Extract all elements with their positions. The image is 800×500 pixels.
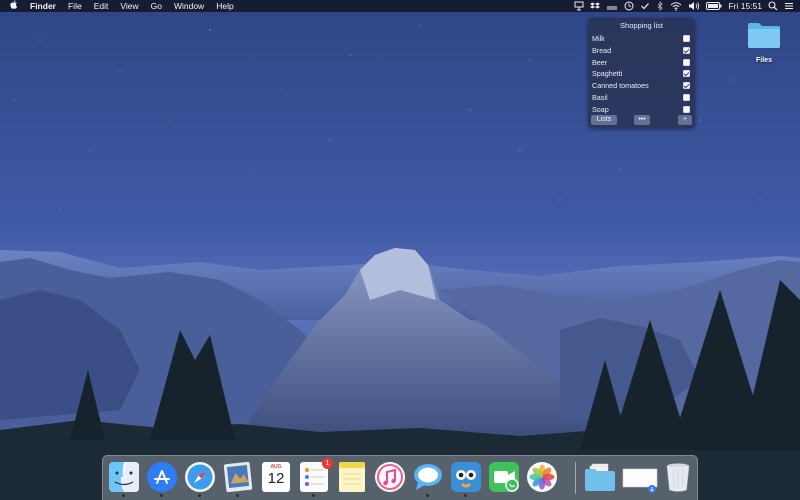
safari-icon [185, 462, 215, 492]
widget-footer: Lists ••• + [590, 115, 693, 126]
dock-calendar[interactable]: AUG 12 [260, 461, 292, 493]
list-item[interactable]: Beer [588, 57, 695, 69]
dropbox-icon[interactable] [590, 1, 601, 11]
wifi-icon[interactable] [670, 1, 682, 11]
messages-icon [414, 464, 442, 490]
checkbox[interactable] [683, 105, 690, 113]
menu-extra-icon[interactable] [606, 1, 618, 11]
more-button[interactable]: ••• [634, 115, 650, 125]
search-icon[interactable] [768, 1, 778, 11]
finder-icon [109, 462, 139, 492]
list-item[interactable]: Soap [588, 104, 695, 116]
dock-downloads-stack[interactable] [584, 461, 616, 493]
app-store-icon [147, 462, 177, 492]
checkbox[interactable] [683, 58, 690, 66]
menu-window[interactable]: Window [168, 0, 210, 12]
preview-icon [223, 461, 253, 493]
presentation-icon[interactable] [574, 1, 584, 11]
check-icon[interactable] [640, 1, 650, 11]
battery-icon[interactable] [706, 1, 722, 11]
list-item-label: Soap [592, 104, 609, 114]
files-label: Files [756, 57, 772, 64]
dock-divider [575, 462, 576, 494]
dock-app-store[interactable] [146, 461, 178, 497]
list-item-label: Spaghetti [592, 69, 623, 79]
menu-bar: Finder File Edit View Go Window Help Fri… [0, 0, 800, 12]
dock-finder[interactable] [108, 461, 140, 497]
list-item[interactable]: Spaghetti [588, 68, 695, 80]
dock-preview[interactable] [222, 461, 254, 497]
files-folder[interactable]: Files [743, 20, 785, 64]
facetime-icon [489, 462, 519, 492]
menu-view[interactable]: View [114, 0, 144, 12]
menu-go[interactable]: Go [145, 0, 168, 12]
running-indicator [122, 494, 125, 497]
dock-photos[interactable] [526, 461, 558, 493]
checkbox[interactable] [683, 82, 690, 90]
dock-facetime[interactable] [488, 461, 520, 493]
clock-icon[interactable] [624, 1, 634, 11]
trash-icon [666, 463, 690, 492]
checkbox[interactable] [683, 46, 690, 54]
checkbox[interactable] [683, 93, 690, 101]
dock-trash[interactable] [662, 461, 694, 493]
menu-clock[interactable]: Fri 15:51 [728, 1, 762, 11]
list-item-label: Basil [592, 92, 608, 102]
shopping-list-widget: Shopping list Milk Bread Beer Spaghetti … [588, 18, 695, 128]
folder-stack-icon [585, 463, 615, 491]
running-indicator [160, 494, 163, 497]
dock-itunes[interactable] [374, 461, 406, 493]
list-item-label: Canned tomatoes [592, 81, 649, 91]
apple-icon[interactable] [0, 0, 24, 12]
list-icon[interactable] [784, 1, 794, 11]
running-indicator [312, 494, 315, 497]
dock-messages[interactable] [412, 461, 444, 497]
lists-button[interactable]: Lists [591, 115, 617, 125]
list-item-label: Beer [592, 57, 608, 67]
list-item[interactable]: Canned tomatoes [588, 80, 695, 92]
calendar-day: 12 [267, 470, 285, 487]
list-item[interactable]: Milk [588, 33, 695, 45]
checkbox[interactable] [683, 70, 690, 78]
menu-edit[interactable]: Edit [88, 0, 115, 12]
dock-safari[interactable] [184, 461, 216, 497]
running-indicator [236, 494, 239, 497]
itunes-icon [375, 462, 405, 492]
dock-document-stack[interactable] [622, 461, 658, 493]
checkbox[interactable] [683, 35, 690, 42]
bluetooth-icon[interactable] [656, 1, 664, 11]
add-item-button[interactable]: + [678, 115, 692, 125]
folder-icon [748, 23, 780, 48]
dock: AUG 12 1 [102, 455, 698, 500]
running-indicator [464, 494, 467, 497]
list-item[interactable]: Bread [588, 45, 695, 57]
running-indicator [426, 494, 429, 497]
list-item-label: Milk [592, 34, 605, 43]
notes-icon [339, 462, 365, 492]
dock-reminders[interactable]: 1 [298, 458, 333, 497]
document-icon [622, 468, 658, 493]
tweetbot-icon [451, 462, 481, 492]
running-indicator [198, 494, 201, 497]
menu-app-name[interactable]: Finder [24, 0, 62, 12]
dock-tweetbot[interactable] [450, 461, 482, 497]
menu-file[interactable]: File [62, 0, 88, 12]
desktop: Finder File Edit View Go Window Help Fri… [0, 0, 800, 500]
volume-icon[interactable] [688, 1, 700, 11]
widget-title: Shopping list [620, 21, 663, 30]
list-item-label: Bread [592, 45, 612, 55]
reminders-badge: 1 [322, 458, 333, 469]
list-item[interactable]: Basil [588, 92, 695, 104]
photos-icon [527, 462, 557, 492]
menu-help[interactable]: Help [210, 0, 239, 12]
dock-notes[interactable] [336, 461, 368, 493]
